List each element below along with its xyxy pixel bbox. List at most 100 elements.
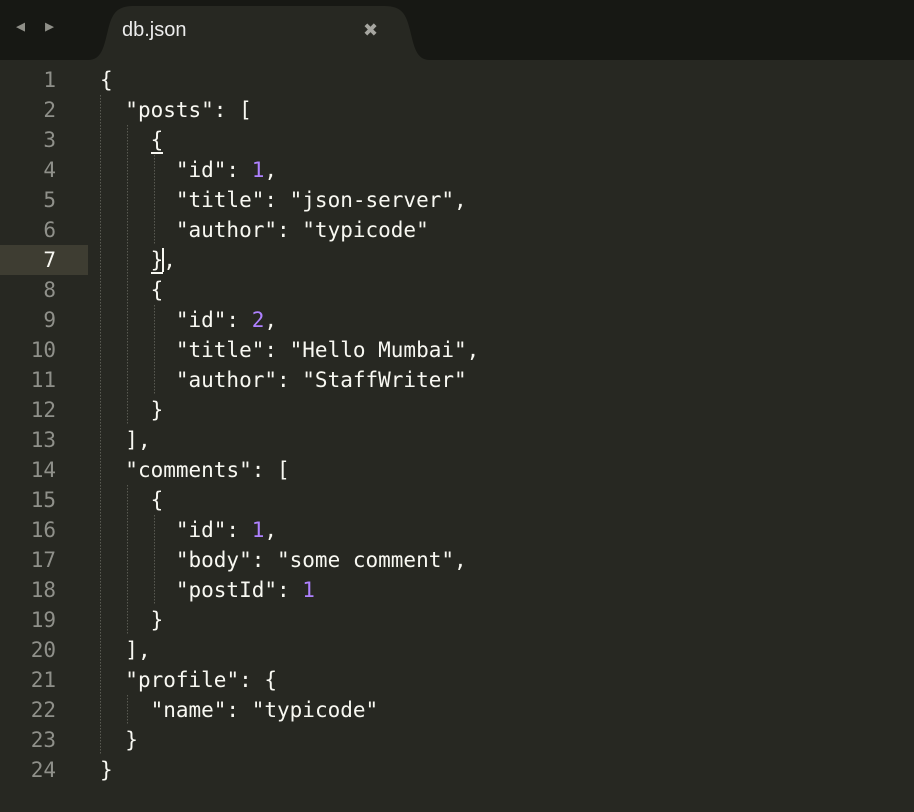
code-line[interactable]: 13 ], xyxy=(0,425,914,455)
line-number: 18 xyxy=(30,578,56,602)
line-number: 12 xyxy=(30,398,56,422)
line-number: 15 xyxy=(30,488,56,512)
code-token: } xyxy=(100,758,113,782)
number-token: 1 xyxy=(251,518,265,542)
code-token: } xyxy=(150,608,164,632)
line-number: 22 xyxy=(30,698,56,722)
code-text: "postId": 1 xyxy=(100,578,315,602)
code-line[interactable]: 7 }, xyxy=(0,245,914,275)
code-line[interactable]: 6 "author": "typicode" xyxy=(0,215,914,245)
line-number: 20 xyxy=(30,638,56,662)
code-line[interactable]: 11 "author": "StaffWriter" xyxy=(0,365,914,395)
code-text: ], xyxy=(100,428,151,452)
number-token: 1 xyxy=(302,578,315,602)
code-token: } xyxy=(125,728,138,752)
code-line[interactable]: 15 { xyxy=(0,485,914,515)
code-token: , xyxy=(264,308,278,332)
code-text: } xyxy=(100,608,164,632)
code-token: "name": "typicode" xyxy=(150,698,379,722)
code-token: , xyxy=(163,248,176,272)
line-number: 24 xyxy=(30,758,56,782)
line-number: 17 xyxy=(30,548,56,572)
line-number: 7 xyxy=(43,248,56,272)
code-text: "title": "json-server", xyxy=(100,188,467,212)
code-token: { xyxy=(150,488,164,512)
code-text: "id": 1, xyxy=(100,158,277,182)
code-line[interactable]: 17 "body": "some comment", xyxy=(0,545,914,575)
code-text: "title": "Hello Mumbai", xyxy=(100,338,479,362)
tab-title: db.json xyxy=(122,19,187,41)
code-line[interactable]: 2 "posts": [ xyxy=(0,95,914,125)
line-number: 14 xyxy=(30,458,56,482)
line-number: 3 xyxy=(43,128,56,152)
code-token: "id": xyxy=(175,518,252,542)
code-line[interactable]: 4 "id": 1, xyxy=(0,155,914,185)
line-number: 6 xyxy=(43,218,56,242)
code-text: } xyxy=(100,758,113,782)
line-number: 11 xyxy=(30,368,56,392)
code-text: "author": "StaffWriter" xyxy=(100,368,467,392)
code-token: { xyxy=(150,278,164,302)
line-number: 13 xyxy=(30,428,56,452)
code-text: { xyxy=(100,488,164,512)
close-icon[interactable]: ✖ xyxy=(363,20,378,41)
code-text: { xyxy=(100,278,164,302)
line-number: 1 xyxy=(43,68,56,92)
line-number: 10 xyxy=(30,338,56,362)
code-editor[interactable]: 1{2 "posts": [3 {4 "id": 1, 5 "title": "j… xyxy=(0,60,914,812)
back-arrow-icon[interactable]: ◀ xyxy=(16,17,25,35)
code-token: "title": "json-server", xyxy=(175,188,467,212)
code-line[interactable]: 8 { xyxy=(0,275,914,305)
code-text: "profile": { xyxy=(100,668,277,692)
code-text: "id": 1, xyxy=(100,518,277,542)
code-token: "title": "Hello Mumbai", xyxy=(175,338,480,362)
code-line[interactable]: 1{ xyxy=(0,65,914,95)
code-text: } xyxy=(100,728,138,752)
code-text: "name": "typicode" xyxy=(100,698,379,722)
line-number: 9 xyxy=(43,308,56,332)
code-line[interactable]: 9 "id": 2, xyxy=(0,305,914,335)
code-text: "id": 2, xyxy=(100,308,277,332)
code-line[interactable]: 14 "comments": [ xyxy=(0,455,914,485)
code-line[interactable]: 21 "profile": { xyxy=(0,665,914,695)
code-text: ], xyxy=(100,638,151,662)
code-line[interactable]: 5 "title": "json-server", xyxy=(0,185,914,215)
code-token: "body": "some comment", xyxy=(175,548,467,572)
code-text: "comments": [ xyxy=(100,458,290,482)
code-token: ], xyxy=(125,428,151,452)
number-token: 1 xyxy=(251,158,265,182)
line-number: 4 xyxy=(43,158,56,182)
code-text: { xyxy=(100,128,164,154)
code-token: } xyxy=(150,398,164,422)
code-line[interactable]: 12 } xyxy=(0,395,914,425)
code-text: }, xyxy=(100,248,176,274)
code-line[interactable]: 24} xyxy=(0,755,914,785)
code-text: } xyxy=(100,398,164,422)
code-text: "posts": [ xyxy=(100,98,252,122)
tab-db-json[interactable]: db.json ✖ xyxy=(88,6,430,60)
code-line[interactable]: 3 { xyxy=(0,125,914,155)
code-line[interactable]: 19 } xyxy=(0,605,914,635)
code-line[interactable]: 16 "id": 1, xyxy=(0,515,914,545)
code-token: { xyxy=(150,128,164,154)
forward-arrow-icon[interactable]: ▶ xyxy=(45,17,54,35)
line-number: 5 xyxy=(43,188,56,212)
tab-bar: ◀ ▶ db.json ✖ xyxy=(0,0,914,60)
line-number: 16 xyxy=(30,518,56,542)
line-number: 8 xyxy=(43,278,56,302)
code-text: "body": "some comment", xyxy=(100,548,467,572)
code-token: "comments": [ xyxy=(125,458,290,482)
code-token: "postId": xyxy=(175,578,303,602)
number-token: 2 xyxy=(251,308,265,332)
code-line[interactable]: 10 "title": "Hello Mumbai", xyxy=(0,335,914,365)
code-line[interactable]: 20 ], xyxy=(0,635,914,665)
code-token: "author": "StaffWriter" xyxy=(175,368,467,392)
code-line[interactable]: 23 } xyxy=(0,725,914,755)
code-line[interactable]: 18 "postId": 1 xyxy=(0,575,914,605)
code-token: "posts": [ xyxy=(125,98,252,122)
code-token: , xyxy=(264,158,278,182)
code-token: , xyxy=(264,518,278,542)
code-line[interactable]: 22 "name": "typicode" xyxy=(0,695,914,725)
line-number: 2 xyxy=(43,98,56,122)
code-token: ], xyxy=(125,638,151,662)
